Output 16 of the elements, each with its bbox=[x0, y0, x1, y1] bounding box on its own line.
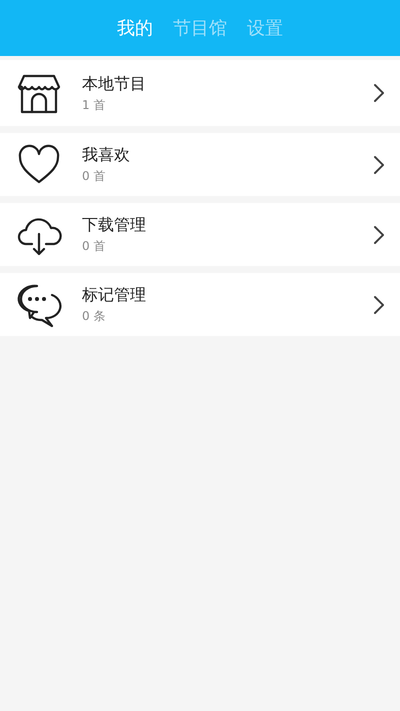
row-count: 0 首 bbox=[82, 239, 106, 254]
row-title: 我喜欢 bbox=[82, 145, 131, 164]
row-title: 本地节目 bbox=[82, 74, 147, 93]
chevron-right-icon bbox=[372, 294, 386, 314]
menu-row[interactable]: 本地节目 1 首 bbox=[0, 60, 400, 126]
row-count: 1 首 bbox=[82, 98, 106, 112]
row-count: 0 首 bbox=[82, 169, 106, 184]
row-title: 下载管理 bbox=[82, 215, 147, 234]
chevron-right-icon bbox=[372, 154, 386, 174]
chevron-right-icon bbox=[372, 83, 386, 103]
menu-row[interactable]: 下载管理 0 首 bbox=[0, 203, 400, 266]
menu-row[interactable]: 我喜欢 0 首 bbox=[0, 133, 400, 196]
chevron-right-icon bbox=[372, 224, 386, 244]
menu-row[interactable]: 标记管理 0 条 bbox=[0, 273, 400, 336]
row-count: 0 条 bbox=[82, 309, 106, 324]
row-title: 标记管理 bbox=[82, 285, 147, 304]
